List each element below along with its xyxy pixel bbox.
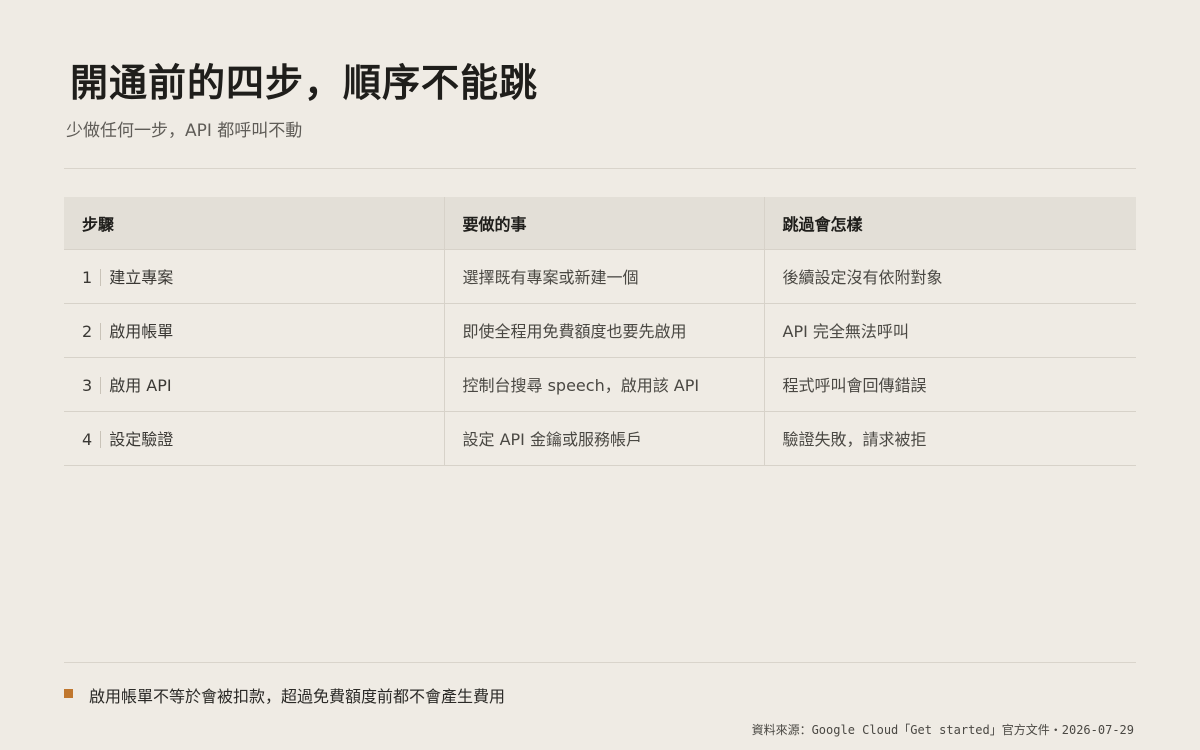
consequence-cell: 後續設定沒有依附對象 [763,248,1136,303]
action-cell: 控制台搜尋 speech，啟用該 API [443,356,764,411]
step-number: 2 [82,322,93,341]
consequence-cell: 驗證失敗，請求被拒 [763,410,1136,466]
action-cell: 即使全程用免費額度也要先啟用 [443,302,764,357]
square-bullet-icon [64,688,73,698]
steps-table: 步驟 要做的事 跳過會怎樣 1 建立專案 選擇既有專案或新建一個 後續設定沒有依附… [64,197,1136,466]
step-separator [100,269,102,286]
table-row: 1 建立專案 選擇既有專案或新建一個 後續設定沒有依附對象 [64,248,1136,303]
table-row: 3 啟用 API 控制台搜尋 speech，啟用該 API 程式呼叫會回傳錯誤 [64,356,1136,411]
step-name: 啟用帳單 [109,322,174,341]
consequence-cell: 程式呼叫會回傳錯誤 [763,356,1136,411]
step-separator [100,377,102,394]
step-cell: 4 設定驗證 [64,410,444,466]
step-cell: 3 啟用 API [64,356,444,411]
source-credit: 資料來源：Google Cloud「Get started」官方文件・2026-… [751,723,1134,737]
table-header-row: 步驟 要做的事 跳過會怎樣 [64,197,1136,249]
table-row: 4 設定驗證 設定 API 金鑰或服務帳戶 驗證失敗，請求被拒 [64,410,1136,466]
column-header-step: 步驟 [64,197,444,249]
column-header-action: 要做的事 [443,197,764,249]
table-row: 2 啟用帳單 即使全程用免費額度也要先啟用 API 完全無法呼叫 [64,302,1136,357]
divider-top [64,168,1136,169]
consequence-cell: API 完全無法呼叫 [763,302,1136,357]
action-cell: 選擇既有專案或新建一個 [443,248,764,303]
step-number: 4 [82,430,93,449]
page-subtitle: 少做任何一步，API 都呼叫不動 [66,121,303,141]
step-cell: 2 啟用帳單 [64,302,444,357]
step-number: 1 [82,268,93,287]
step-number: 3 [82,376,93,395]
page-title: 開通前的四步，順序不能跳 [70,60,539,105]
step-separator [100,431,102,448]
step-cell: 1 建立專案 [64,248,444,303]
step-separator [100,323,102,340]
action-cell: 設定 API 金鑰或服務帳戶 [443,410,764,466]
divider-bottom [64,662,1136,663]
step-name: 建立專案 [109,268,174,287]
step-name: 設定驗證 [109,430,174,449]
column-header-consequence: 跳過會怎樣 [763,197,1136,249]
footnote-text: 啟用帳單不等於會被扣款，超過免費額度前都不會產生費用 [89,687,506,706]
footnote: 啟用帳單不等於會被扣款，超過免費額度前都不會產生費用 [64,683,505,707]
step-name: 啟用 API [109,376,172,395]
